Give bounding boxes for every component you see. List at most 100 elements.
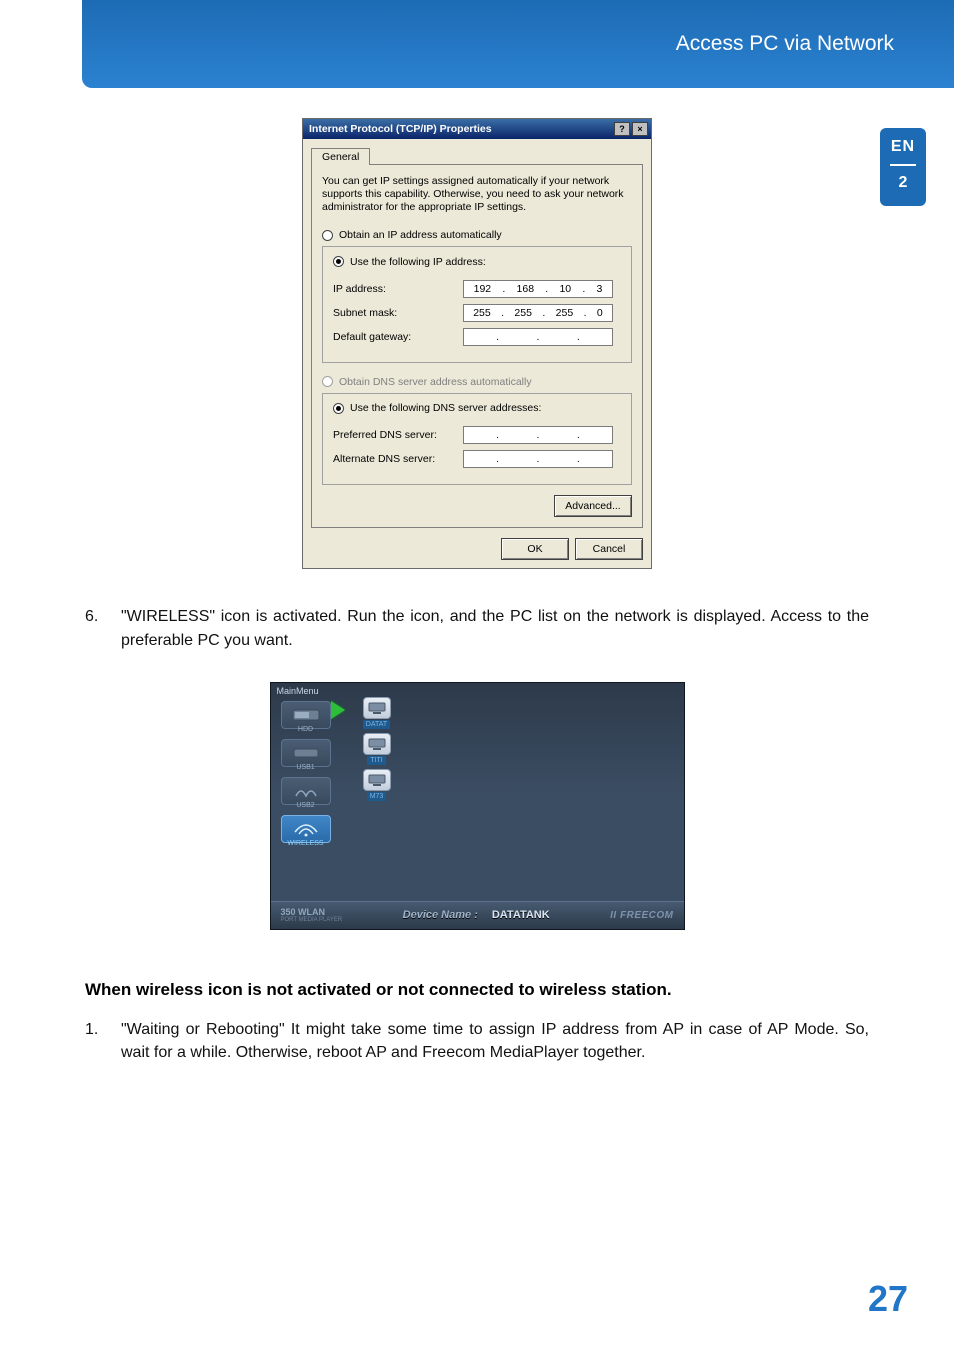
win-dialog: Internet Protocol (TCP/IP) Properties ? … bbox=[302, 118, 652, 569]
header-bar: Access PC via Network bbox=[82, 0, 954, 88]
pc-icon bbox=[363, 697, 391, 719]
ok-button[interactable]: OK bbox=[501, 538, 569, 560]
step-number: 6. bbox=[85, 605, 121, 651]
model-name: 350 WLAN bbox=[281, 907, 343, 917]
model-block: 350 WLAN PORT MEDIA PLAYER bbox=[281, 907, 343, 923]
subnet-input[interactable]: 255. 255. 255. 0 bbox=[463, 304, 613, 322]
win-titlebar: Internet Protocol (TCP/IP) Properties ? … bbox=[303, 119, 651, 139]
left-nav-column: HDD USB1 USB2 bbox=[271, 699, 341, 901]
radio-label: Use the following IP address: bbox=[350, 256, 486, 268]
label-pref-dns: Preferred DNS server: bbox=[333, 429, 463, 441]
left-nav-item[interactable]: USB1 bbox=[281, 739, 331, 771]
player-ui: MainMenu HDD USB1 bbox=[270, 682, 685, 930]
player-bottom-bar: 350 WLAN PORT MEDIA PLAYER Device Name :… bbox=[271, 901, 684, 929]
usb-icon bbox=[281, 739, 331, 767]
device-label: DATAT bbox=[363, 720, 390, 729]
side-tab-section: 2 bbox=[880, 174, 926, 192]
wireless-icon bbox=[281, 815, 331, 843]
hdd-icon bbox=[281, 701, 331, 729]
row-subnet: Subnet mask: 255. 255. 255. 0 bbox=[333, 304, 621, 322]
radio-label: Obtain an IP address automatically bbox=[339, 229, 502, 241]
radio-obtain-dns: Obtain DNS server address automatically bbox=[322, 373, 632, 391]
radio-label: Use the following DNS server addresses: bbox=[350, 402, 541, 414]
brand-label: II FREECOM bbox=[610, 910, 673, 921]
radio-use-ip[interactable]: Use the following IP address: bbox=[329, 256, 490, 268]
advanced-button[interactable]: Advanced... bbox=[554, 495, 632, 517]
step-text: "WIRELESS" icon is activated. Run the ic… bbox=[121, 605, 869, 651]
ip-octet: 3 bbox=[597, 283, 603, 295]
figure-tcpip-dialog: Internet Protocol (TCP/IP) Properties ? … bbox=[85, 118, 869, 569]
main-menu-label: MainMenu bbox=[277, 686, 319, 696]
side-tab-lang: EN bbox=[880, 138, 926, 156]
device-name-block: Device Name : DATATANK bbox=[342, 909, 610, 921]
left-nav-item[interactable]: USB2 bbox=[281, 777, 331, 809]
row-alt-dns: Alternate DNS server: . . . bbox=[333, 450, 621, 468]
row-gateway: Default gateway: . . . bbox=[333, 328, 621, 346]
step-text: "Waiting or Rebooting" It might take som… bbox=[121, 1018, 869, 1064]
device-name-value: DATATANK bbox=[492, 909, 550, 921]
step-number: 1. bbox=[85, 1018, 121, 1064]
ip-octet: 168 bbox=[517, 283, 535, 295]
radio-icon-disabled bbox=[322, 376, 333, 387]
ip-octet: 255 bbox=[514, 307, 532, 319]
device-name-label: Device Name : bbox=[403, 909, 478, 921]
tab-general[interactable]: General bbox=[311, 148, 370, 165]
ip-octet: 10 bbox=[559, 283, 571, 295]
device-label: M73 bbox=[367, 792, 387, 801]
fieldset-use-ip: Use the following IP address: IP address… bbox=[322, 246, 632, 363]
page-content: Internet Protocol (TCP/IP) Properties ? … bbox=[0, 88, 954, 1064]
radio-label: Obtain DNS server address automatically bbox=[339, 376, 532, 388]
figure-mediaplayer: MainMenu HDD USB1 bbox=[85, 682, 869, 930]
close-button[interactable]: × bbox=[632, 122, 648, 136]
win-tab-panel: You can get IP settings assigned automat… bbox=[311, 164, 643, 528]
left-nav-item[interactable]: WIRELESS bbox=[281, 815, 331, 847]
ip-octet: 255 bbox=[556, 307, 574, 319]
left-nav-label: USB2 bbox=[281, 802, 331, 809]
radio-icon-checked bbox=[333, 256, 344, 267]
row-pref-dns: Preferred DNS server: . . . bbox=[333, 426, 621, 444]
cancel-button[interactable]: Cancel bbox=[575, 538, 643, 560]
ip-address-input[interactable]: 192. 168. 10. 3 bbox=[463, 280, 613, 298]
device-list-column: DATAT TITI M73 bbox=[349, 697, 405, 801]
side-tab-divider bbox=[890, 164, 916, 166]
radio-use-dns[interactable]: Use the following DNS server addresses: bbox=[329, 402, 545, 414]
left-nav-label: HDD bbox=[281, 726, 331, 733]
win-body: General You can get IP settings assigned… bbox=[303, 139, 651, 568]
left-nav-label: WIRELESS bbox=[281, 840, 331, 847]
label-subnet: Subnet mask: bbox=[333, 307, 463, 319]
pc-icon bbox=[363, 769, 391, 791]
fieldset-use-dns: Use the following DNS server addresses: … bbox=[322, 393, 632, 486]
radio-icon-checked bbox=[333, 403, 344, 414]
step-1: 1. "Waiting or Rebooting" It might take … bbox=[85, 1018, 869, 1064]
ip-octet: 192 bbox=[474, 283, 492, 295]
gateway-input[interactable]: . . . bbox=[463, 328, 613, 346]
radio-obtain-ip[interactable]: Obtain an IP address automatically bbox=[322, 226, 632, 244]
label-alt-dns: Alternate DNS server: bbox=[333, 453, 463, 465]
win-title: Internet Protocol (TCP/IP) Properties bbox=[309, 123, 492, 135]
ip-octet: 0 bbox=[597, 307, 603, 319]
device-list-item[interactable]: DATAT bbox=[349, 697, 405, 729]
label-gateway: Default gateway: bbox=[333, 331, 463, 343]
help-button[interactable]: ? bbox=[614, 122, 630, 136]
left-nav-label: USB1 bbox=[281, 764, 331, 771]
device-list-item[interactable]: M73 bbox=[349, 769, 405, 801]
device-list-item[interactable]: TITI bbox=[349, 733, 405, 765]
usb-icon bbox=[281, 777, 331, 805]
page-header-title: Access PC via Network bbox=[676, 32, 894, 56]
step-6: 6. "WIRELESS" icon is activated. Run the… bbox=[85, 605, 869, 651]
device-label: TITI bbox=[367, 756, 385, 765]
page-number: 27 bbox=[868, 1278, 908, 1320]
pref-dns-input[interactable]: . . . bbox=[463, 426, 613, 444]
dialog-button-row: OK Cancel bbox=[311, 538, 643, 560]
ip-octet: 255 bbox=[473, 307, 491, 319]
left-nav-item[interactable]: HDD bbox=[281, 701, 331, 733]
subsection-heading: When wireless icon is not activated or n… bbox=[85, 980, 869, 1000]
radio-icon bbox=[322, 230, 333, 241]
row-ip-address: IP address: 192. 168. 10. 3 bbox=[333, 280, 621, 298]
model-sub: PORT MEDIA PLAYER bbox=[281, 917, 343, 923]
alt-dns-input[interactable]: . . . bbox=[463, 450, 613, 468]
label-ip: IP address: bbox=[333, 283, 463, 295]
pc-icon bbox=[363, 733, 391, 755]
side-tab: EN 2 bbox=[880, 128, 926, 206]
advanced-row: Advanced... bbox=[322, 495, 632, 517]
